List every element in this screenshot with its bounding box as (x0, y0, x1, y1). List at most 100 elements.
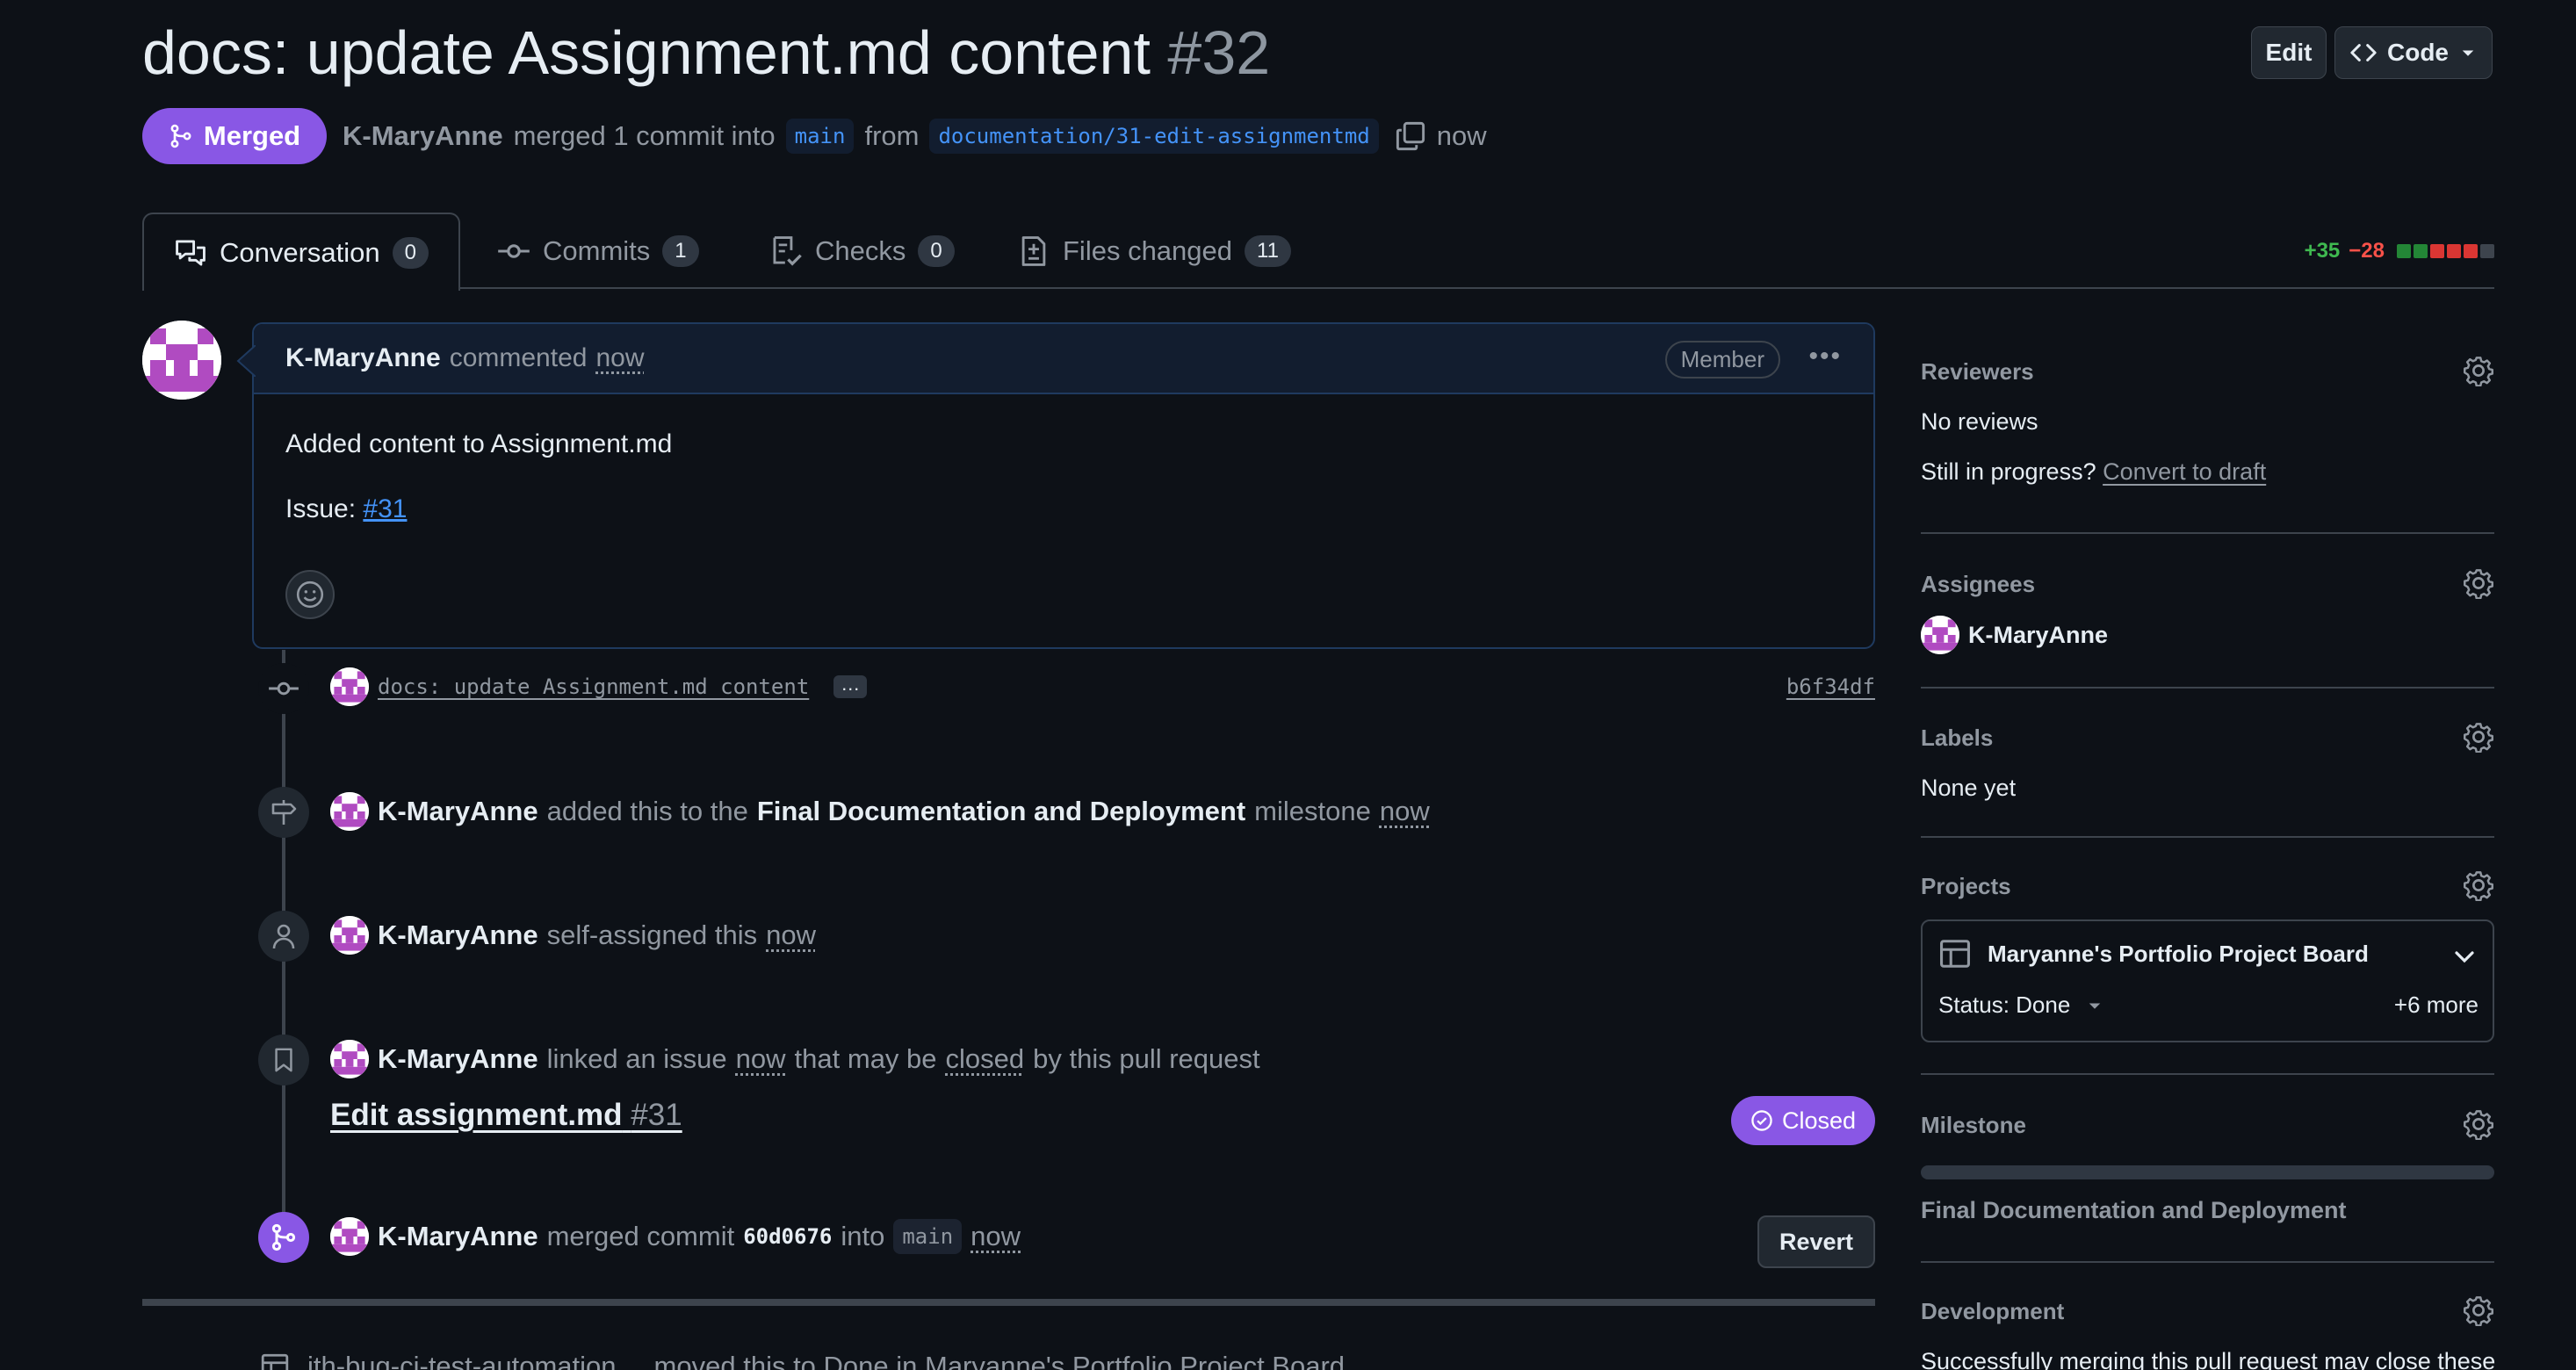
revert-button[interactable]: Revert (1757, 1215, 1875, 1268)
code-button[interactable]: Code (2334, 26, 2493, 79)
reviewers-value: No reviews (1921, 408, 2494, 436)
base-branch[interactable]: main (786, 119, 855, 154)
development-title[interactable]: Development (1921, 1298, 2494, 1325)
commit-author-avatar[interactable] (330, 667, 369, 706)
milestone-actor-avatar[interactable] (330, 792, 369, 831)
milestone-event-node (258, 787, 309, 838)
git-commit-icon (268, 673, 299, 704)
comment-author-avatar[interactable] (142, 321, 221, 400)
comment-time[interactable]: now (595, 343, 644, 373)
gear-icon[interactable] (2463, 1294, 2494, 1326)
copy-icon[interactable] (1395, 120, 1426, 152)
link-time[interactable]: now (736, 1043, 786, 1075)
diffstat-block (2397, 244, 2411, 258)
linked-issue-link[interactable]: Edit assignment.md #31 (330, 1098, 682, 1133)
caret-down-icon (2086, 997, 2103, 1014)
comment-issue-line: Issue: #31 (285, 494, 1842, 524)
convert-to-draft-link[interactable]: Convert to draft (2103, 458, 2266, 485)
pr-time: now (1437, 120, 1487, 152)
edit-button-label: Edit (2266, 39, 2313, 67)
diffstat: +35 −28 (2305, 239, 2494, 263)
link-pre-text: linked an issue (547, 1043, 727, 1075)
project-event-partial: ith-bug-ci-test-automation ... moved thi… (260, 1351, 1345, 1370)
draft-prompt: Still in progress? (1921, 458, 2096, 485)
labels-title[interactable]: Labels (1921, 725, 2494, 752)
tab-conversation[interactable]: Conversation 0 (142, 213, 460, 291)
assign-time[interactable]: now (766, 919, 816, 951)
merged-state-badge: Merged (142, 108, 327, 164)
pr-title-text: docs: update Assignment.md content (142, 18, 1151, 87)
assign-text: self-assigned this (547, 919, 758, 951)
tab-files-changed[interactable]: Files changed 11 (1017, 213, 1291, 289)
head-branch[interactable]: documentation/31-edit-assignmentmd (929, 119, 1378, 154)
merge-actor-avatar[interactable] (330, 1217, 369, 1256)
checklist-icon (769, 234, 803, 268)
gear-icon[interactable] (2463, 721, 2494, 753)
draft-line: Still in progress? Convert to draft (1921, 458, 2494, 486)
milestone-value-link[interactable]: Final Documentation and Deployment (1921, 1197, 2347, 1223)
merge-target-branch[interactable]: main (893, 1219, 962, 1254)
milestone-icon (270, 798, 298, 826)
tab-checks[interactable]: Checks 0 (769, 213, 955, 289)
milestone-event: K-MaryAnne added this to the Final Docum… (330, 792, 1430, 831)
milestone-section: Milestone (1921, 1112, 2494, 1139)
pr-meta-line: K-MaryAnne merged 1 commit into main fro… (343, 114, 1487, 158)
milestone-actor[interactable]: K-MaryAnne (378, 796, 538, 827)
pr-author-link[interactable]: K-MaryAnne (343, 120, 503, 152)
kebab-menu-icon[interactable]: ••• (1808, 342, 1842, 371)
tab-commits[interactable]: Commits 1 (497, 213, 699, 289)
edit-button[interactable]: Edit (2251, 26, 2327, 79)
link-event-node (258, 1035, 309, 1085)
pr-tabs: Conversation 0 Commits 1 Checks 0 Files … (142, 213, 2494, 289)
gear-icon[interactable] (2463, 567, 2494, 599)
milestone-post-text: milestone (1254, 796, 1371, 827)
commit-expand-button[interactable]: … (833, 675, 867, 698)
milestone-name-link[interactable]: Final Documentation and Deployment (757, 796, 1245, 827)
assign-actor-avatar[interactable] (330, 916, 369, 955)
assignee-item[interactable]: K-MaryAnne (1921, 616, 2494, 654)
sidebar-divider (1921, 687, 2494, 689)
issue-closed-label: Closed (1782, 1107, 1856, 1135)
assign-actor[interactable]: K-MaryAnne (378, 919, 538, 951)
commit-event: docs: update Assignment.md content … (330, 667, 867, 706)
assign-event: K-MaryAnne self-assigned this now (330, 916, 816, 955)
milestone-title[interactable]: Milestone (1921, 1112, 2494, 1139)
milestone-time[interactable]: now (1380, 796, 1430, 827)
link-actor-avatar[interactable] (330, 1040, 369, 1078)
add-reaction-button[interactable] (285, 570, 335, 619)
merge-commit-sha[interactable]: 60d0676 (743, 1224, 832, 1249)
merge-actor[interactable]: K-MaryAnne (378, 1221, 538, 1252)
gear-icon[interactable] (2463, 869, 2494, 901)
project-status-dropdown[interactable]: Status: Done (1938, 991, 2103, 1019)
git-commit-icon (497, 234, 530, 268)
gear-icon[interactable] (2463, 1108, 2494, 1140)
tab-checks-label: Checks (815, 235, 906, 267)
diffstat-block (2480, 244, 2494, 258)
project-board-row[interactable]: Maryanne's Portfolio Project Board (1938, 937, 2369, 970)
assignees-title[interactable]: Assignees (1921, 571, 2494, 598)
sidebar-divider (1921, 1073, 2494, 1075)
bookmark-icon (271, 1047, 297, 1073)
issue-reference-link[interactable]: #31 (363, 494, 407, 523)
issue-closed-badge: Closed (1731, 1096, 1875, 1145)
link-actor[interactable]: K-MaryAnne (378, 1043, 538, 1075)
link-mid-text: that may be (795, 1043, 937, 1075)
reviewers-title[interactable]: Reviewers (1921, 358, 2494, 386)
comment-body-text: Added content to Assignment.md (285, 429, 1842, 459)
assign-event-node (258, 911, 309, 962)
project-more-link[interactable]: +6 more (2394, 991, 2479, 1019)
diffstat-block (2414, 244, 2428, 258)
projects-title[interactable]: Projects (1921, 873, 2494, 900)
tab-files-changed-label: Files changed (1063, 235, 1232, 267)
link-post-text: by this pull request (1033, 1043, 1259, 1075)
commit-sha-link[interactable]: b6f34df (1786, 674, 1875, 699)
comment-header: K-MaryAnne commented now Member ••• (254, 324, 1873, 394)
gear-icon[interactable] (2463, 355, 2494, 386)
linked-issue-number: #31 (631, 1098, 682, 1132)
commit-message-link[interactable]: docs: update Assignment.md content (378, 674, 809, 699)
link-closed-word: closed (946, 1043, 1025, 1075)
merge-time[interactable]: now (971, 1221, 1021, 1252)
chevron-down-icon[interactable] (2450, 942, 2479, 970)
pr-title: docs: update Assignment.md content #32 (142, 18, 1270, 88)
comment-author[interactable]: K-MaryAnne (285, 343, 441, 373)
